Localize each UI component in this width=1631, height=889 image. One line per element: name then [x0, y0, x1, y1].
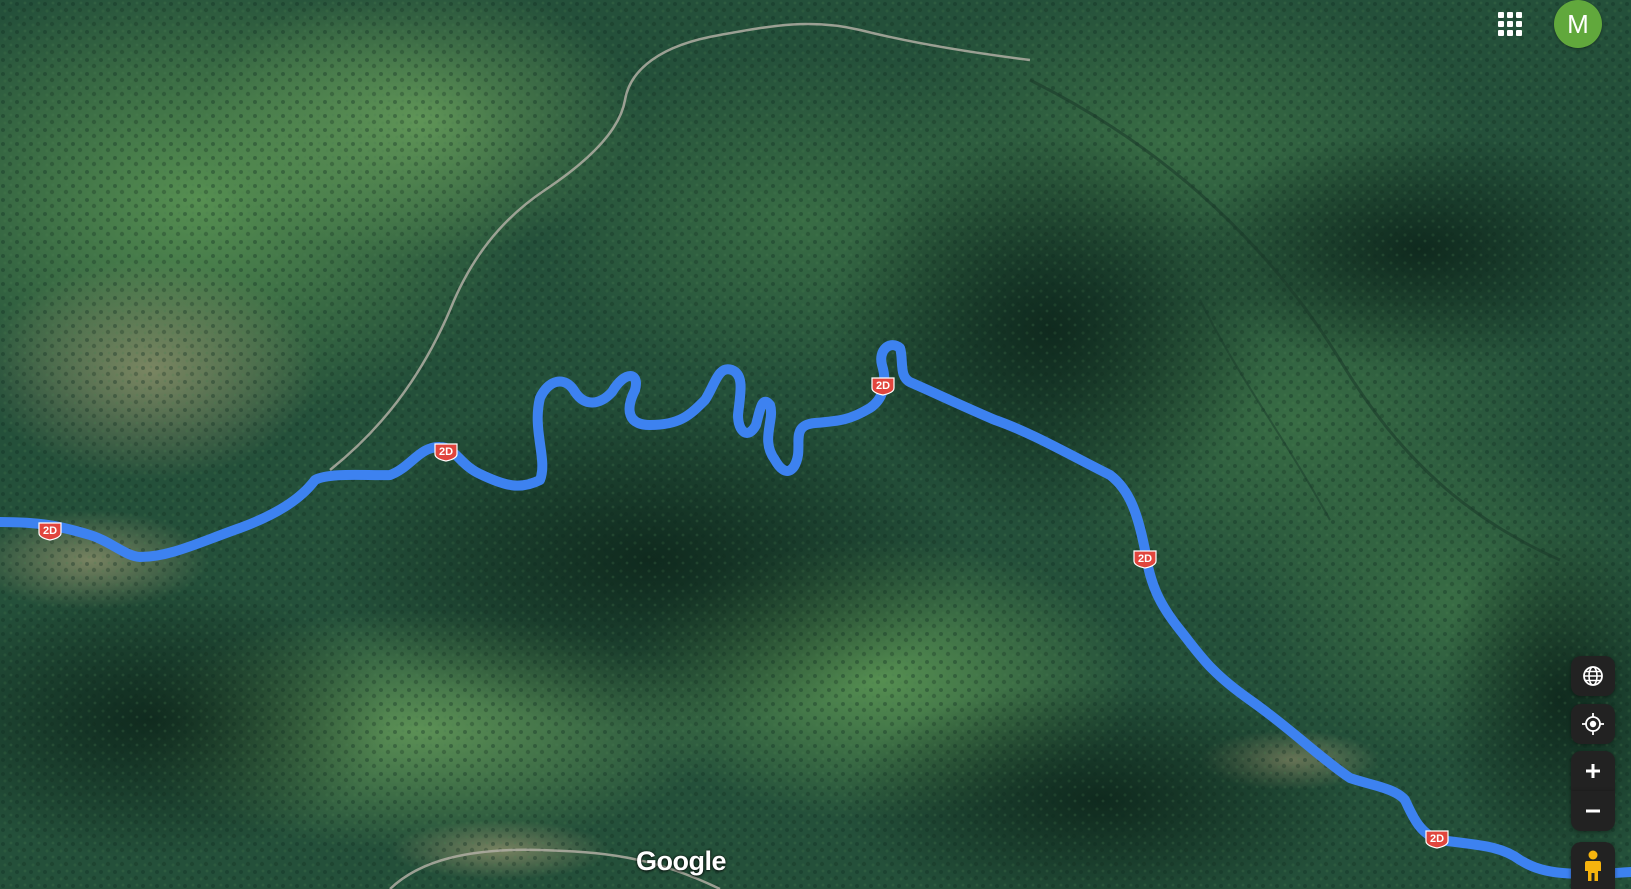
account-avatar[interactable]: M	[1554, 0, 1602, 48]
zoom-in-button[interactable]	[1571, 751, 1615, 791]
apps-grid-dot	[1516, 12, 1522, 18]
route-shield-label: 2D	[876, 380, 890, 392]
pegman-icon	[1585, 850, 1601, 881]
route-shield-label: 2D	[1430, 833, 1444, 845]
google-logo: Google	[636, 846, 727, 876]
route-shield[interactable]: 2D	[1133, 550, 1157, 569]
plus-icon	[1586, 764, 1600, 778]
globe-icon	[1583, 666, 1603, 686]
route-shield-label: 2D	[1138, 553, 1152, 565]
apps-grid-dot	[1516, 30, 1522, 36]
apps-grid-dot	[1498, 12, 1504, 18]
route-shield[interactable]: 2D	[871, 377, 895, 396]
route-shield[interactable]: 2D	[38, 522, 62, 541]
apps-grid-dot	[1498, 30, 1504, 36]
satellite-map[interactable]: 2D 2D 2D 2D 2D	[0, 0, 1631, 889]
route-shield[interactable]: 2D	[434, 443, 458, 462]
route-shield-label: 2D	[43, 525, 57, 537]
my-location-icon	[1582, 713, 1604, 735]
apps-grid-dot	[1498, 21, 1504, 27]
apps-grid-dot	[1516, 21, 1522, 27]
apps-grid-icon[interactable]	[1494, 8, 1526, 40]
apps-grid-dot	[1507, 21, 1513, 27]
zoom-out-button[interactable]	[1571, 791, 1615, 831]
route-shield[interactable]: 2D	[1425, 830, 1449, 849]
canopy-texture	[0, 0, 1631, 889]
route-shield-label: 2D	[439, 446, 453, 458]
apps-grid-dot	[1507, 12, 1513, 18]
map-view[interactable]: 2D 2D 2D 2D 2D Google M	[0, 0, 1631, 889]
globe-button[interactable]	[1571, 656, 1615, 696]
minus-icon	[1586, 809, 1600, 813]
my-location-button[interactable]	[1571, 704, 1615, 744]
street-view-button[interactable]	[1571, 842, 1615, 889]
apps-grid-dot	[1507, 30, 1513, 36]
